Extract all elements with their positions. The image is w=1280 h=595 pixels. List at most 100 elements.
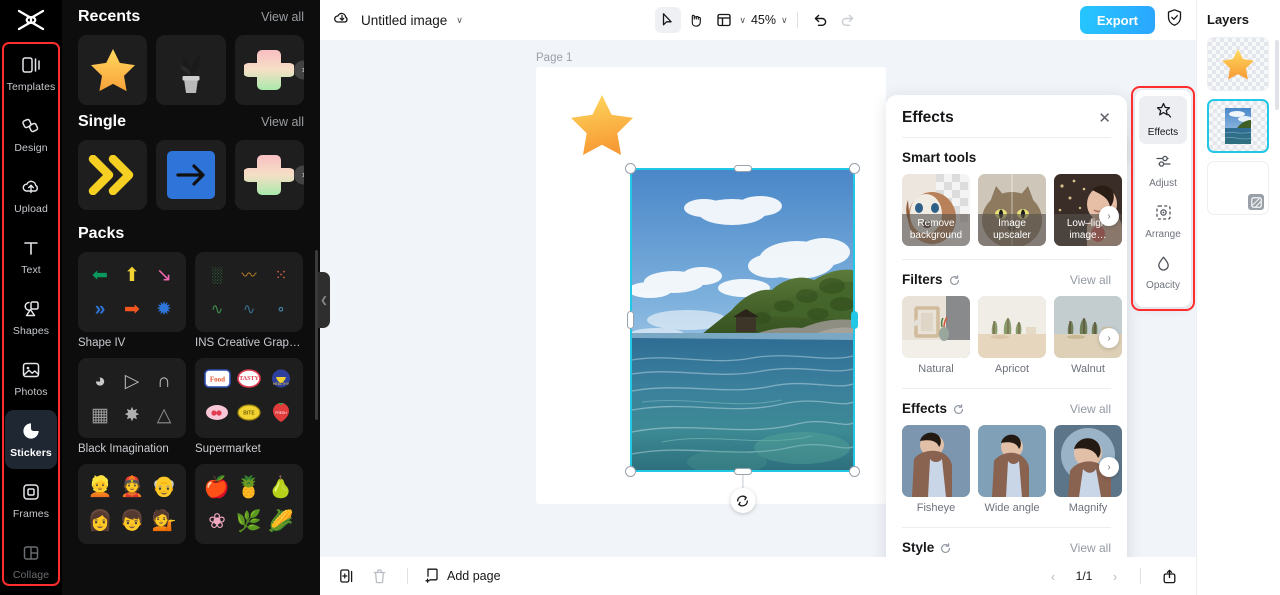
- zoom-chevron-icon[interactable]: ∨: [781, 15, 788, 26]
- pack-glyph: 🍎: [204, 477, 230, 498]
- pack-glyph: HEALTHY: [270, 369, 292, 393]
- filters-view-all[interactable]: View all: [1070, 273, 1111, 287]
- pack-supermarket[interactable]: Food TASTY HEALTHY BITE FRESH Supermarke…: [195, 358, 303, 455]
- export-button[interactable]: Export: [1080, 6, 1155, 34]
- redo-button[interactable]: [835, 7, 861, 33]
- sidebar-item-templates[interactable]: Templates: [5, 44, 57, 103]
- sidebar-item-photos[interactable]: Photos: [5, 349, 57, 408]
- sidebar-item-upload[interactable]: Upload: [5, 166, 57, 225]
- resize-handle-bottom-left[interactable]: [625, 466, 636, 477]
- canvas-area[interactable]: Page 1: [320, 40, 1196, 557]
- sidebar-item-stickers[interactable]: Stickers: [5, 410, 57, 469]
- recents-view-all[interactable]: View all: [261, 10, 304, 24]
- sidebar-item-frames[interactable]: Frames: [5, 471, 57, 530]
- next-arrow-icon[interactable]: ›: [1099, 328, 1119, 348]
- rotate-handle[interactable]: [730, 488, 755, 513]
- resize-handle-top-right[interactable]: [849, 163, 860, 174]
- pack-black-imagination[interactable]: ◕ ▷ ∩ ▦ ✸ △ Black Imagination: [78, 358, 186, 455]
- layer-thumb-background[interactable]: [1207, 161, 1269, 215]
- effect-wide-angle-card[interactable]: Wide angle: [978, 425, 1046, 514]
- selected-image-element[interactable]: [630, 168, 855, 472]
- pack-ins-creative-graphics[interactable]: ░ 〰 ⁙ ∿ ∿ ∘ INS Creative Graphics: [195, 252, 303, 349]
- pack-glyph: BITE: [237, 404, 261, 426]
- pack-face-stickers[interactable]: 👱 👲 👴 👩 👦 💁: [78, 464, 186, 549]
- tool-effects[interactable]: Effects: [1139, 96, 1187, 144]
- reset-icon[interactable]: [953, 403, 964, 414]
- sidebar-item-collage[interactable]: Collage: [5, 532, 57, 591]
- single-view-all[interactable]: View all: [261, 115, 304, 129]
- sidebar-label: Upload: [14, 203, 48, 215]
- card-label: Apricot: [978, 363, 1046, 375]
- canvas-star-element[interactable]: [569, 94, 635, 157]
- recent-sticker-cross[interactable]: ›: [235, 35, 304, 105]
- sidebar-item-shapes[interactable]: Shapes: [5, 288, 57, 347]
- effects-view-all[interactable]: View all: [1070, 402, 1111, 416]
- pack-produce-stickers[interactable]: 🍎 🍍 🍐 ❀ 🌿 🌽: [195, 464, 303, 549]
- svg-text:BITE: BITE: [243, 411, 255, 417]
- pack-preview: 👱 👲 👴 👩 👦 💁: [78, 464, 186, 544]
- next-arrow-icon[interactable]: ›: [1099, 457, 1119, 477]
- layer-thumb-star[interactable]: [1207, 37, 1269, 91]
- reset-icon[interactable]: [940, 542, 951, 553]
- panel-collapse-handle[interactable]: ❮: [318, 272, 330, 328]
- effects-row: Fisheye Wide angle: [902, 425, 1111, 514]
- layout-tool[interactable]: [711, 7, 737, 33]
- tool-arrange[interactable]: Arrange: [1139, 198, 1187, 246]
- page-label: Page 1: [536, 52, 572, 64]
- hand-tool[interactable]: [683, 7, 709, 33]
- pack-glyph: 👦: [120, 511, 145, 531]
- layer-thumb-photo[interactable]: [1207, 99, 1269, 153]
- resize-handle-bottom[interactable]: [734, 468, 752, 475]
- remove-background-card[interactable]: Remove background: [902, 174, 970, 246]
- capcut-logo[interactable]: [0, 0, 62, 40]
- pack-glyph: 👴: [152, 477, 177, 497]
- resize-handle-right[interactable]: [851, 311, 858, 329]
- pack-glyph: ➡: [124, 300, 140, 319]
- delete-page-icon[interactable]: [368, 565, 390, 587]
- tool-adjust[interactable]: Adjust: [1139, 147, 1187, 195]
- resize-handle-top[interactable]: [734, 165, 752, 172]
- recent-sticker-star[interactable]: [78, 35, 147, 105]
- document-title[interactable]: Untitled image: [361, 13, 447, 28]
- effect-fisheye-card[interactable]: Fisheye: [902, 425, 970, 514]
- image-upscaler-card[interactable]: Image upscaler: [978, 174, 1046, 246]
- layers-scrollbar[interactable]: [1275, 40, 1279, 110]
- add-page-button[interactable]: Add page: [425, 567, 501, 586]
- layout-chevron-icon[interactable]: ∨: [739, 15, 746, 26]
- single-sticker-chevrons[interactable]: [78, 140, 147, 210]
- duplicate-page-icon[interactable]: [336, 565, 358, 587]
- reset-icon[interactable]: [949, 274, 960, 285]
- cloud-sync-icon[interactable]: [332, 8, 352, 33]
- select-tool[interactable]: [655, 7, 681, 33]
- prev-page-button[interactable]: ‹: [1045, 569, 1061, 584]
- single-sticker-cross[interactable]: ›: [235, 140, 304, 210]
- export-page-icon[interactable]: [1158, 565, 1180, 587]
- chevron-down-icon[interactable]: ∨: [456, 15, 463, 26]
- tool-label: Arrange: [1145, 229, 1181, 240]
- pack-shape-iv[interactable]: ⬅ ⬆ ↘ » ➡ ✹ Shape IV: [78, 252, 186, 349]
- undo-button[interactable]: [807, 7, 833, 33]
- sidebar-item-text[interactable]: Text: [5, 227, 57, 286]
- style-view-all[interactable]: View all: [1070, 541, 1111, 555]
- resize-handle-bottom-right[interactable]: [849, 466, 860, 477]
- resize-handle-left[interactable]: [627, 311, 634, 329]
- zoom-level[interactable]: 45%: [748, 13, 779, 27]
- card-label: Magnify: [1054, 502, 1122, 514]
- next-page-button[interactable]: ›: [1107, 569, 1123, 584]
- next-arrow-icon[interactable]: ›: [1099, 206, 1119, 226]
- section-title: Effects: [902, 401, 964, 416]
- chevron-right-icon[interactable]: ›: [294, 61, 304, 80]
- close-icon[interactable]: ✕: [1098, 111, 1111, 126]
- pack-glyph: ∿: [243, 302, 256, 317]
- pack-glyph: ▦: [91, 406, 109, 425]
- resize-handle-top-left[interactable]: [625, 163, 636, 174]
- filter-apricot-card[interactable]: Apricot: [978, 296, 1046, 375]
- filter-natural-card[interactable]: Natural: [902, 296, 970, 375]
- recent-sticker-plant[interactable]: [156, 35, 225, 105]
- effects-panel-body[interactable]: Smart tools Remove background: [886, 138, 1127, 557]
- sidebar-item-design[interactable]: Design: [5, 105, 57, 164]
- single-sticker-arrow[interactable]: [156, 140, 225, 210]
- shield-check-icon[interactable]: [1165, 8, 1184, 32]
- chevron-right-icon[interactable]: ›: [294, 166, 304, 185]
- tool-opacity[interactable]: Opacity: [1139, 249, 1187, 297]
